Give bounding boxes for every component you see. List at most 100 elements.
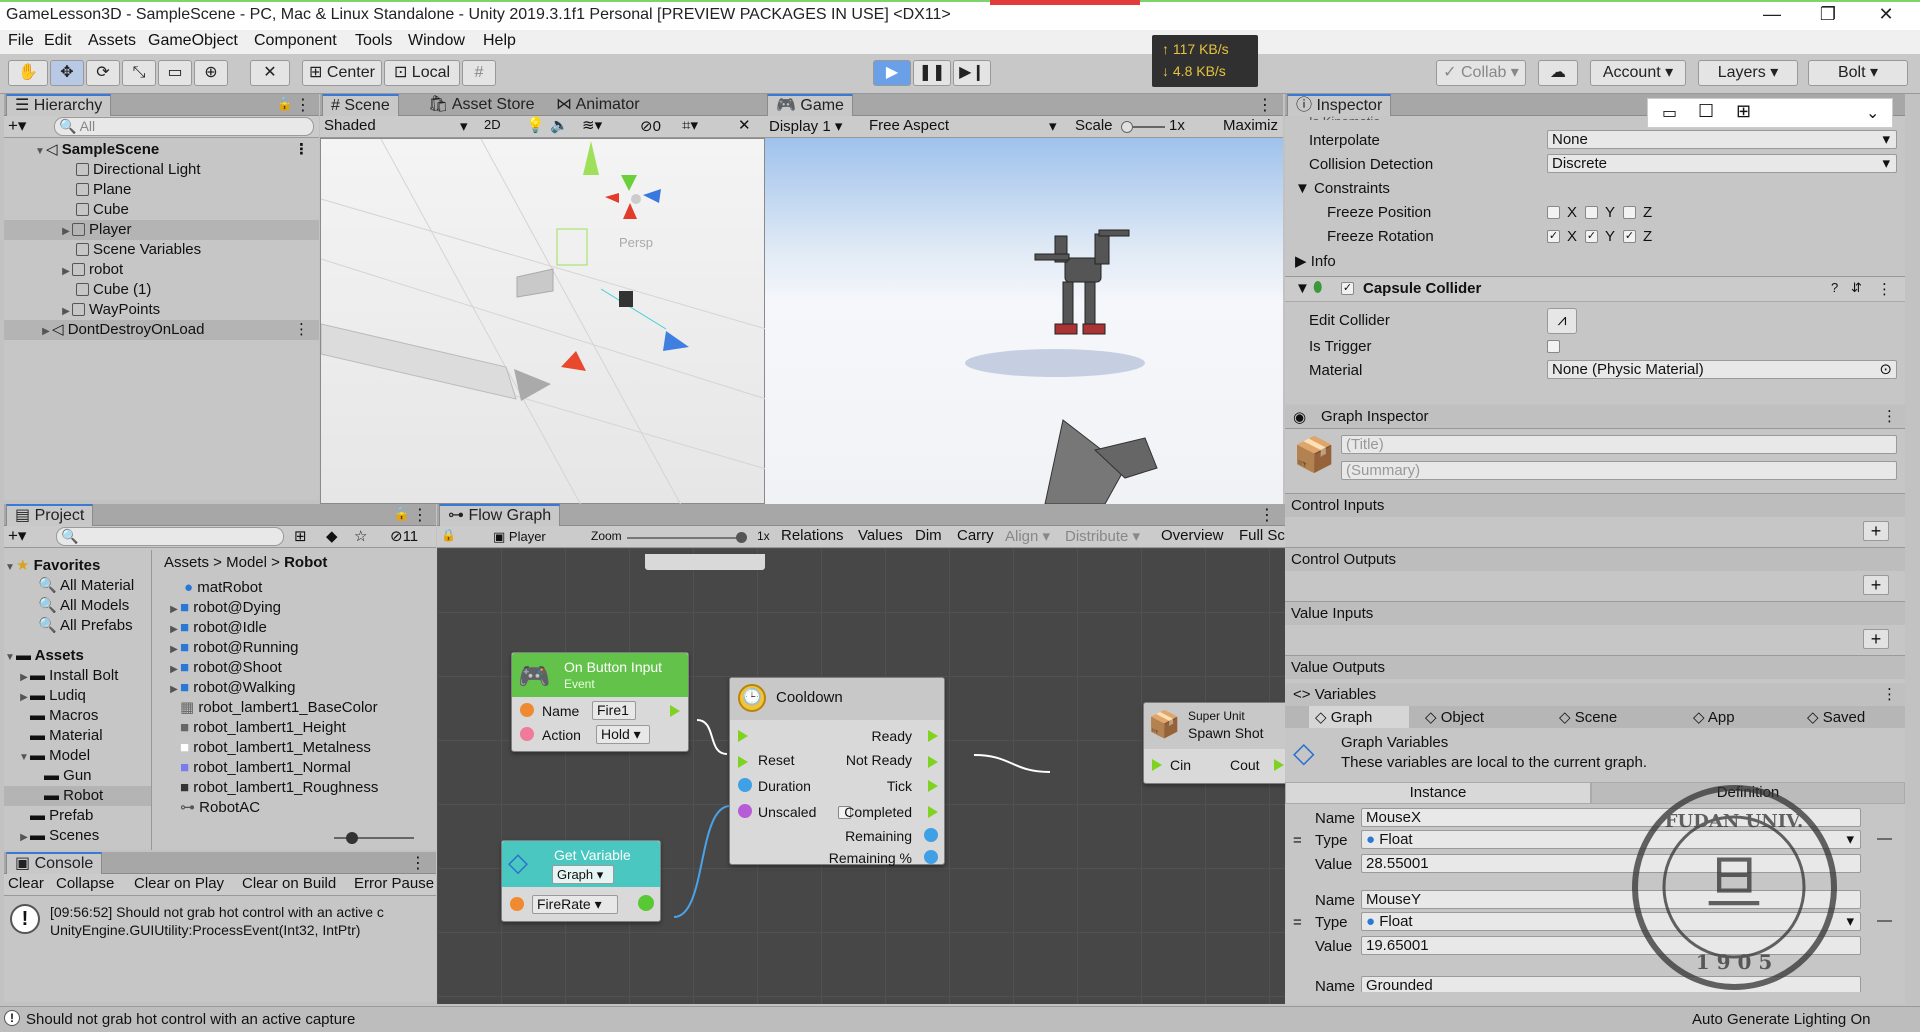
console-message[interactable]: [09:56:52] Should not grab hot control w…	[50, 904, 384, 920]
lock-icon[interactable]: 🔒	[394, 506, 410, 522]
folder-item[interactable]: ▬ Prefab	[4, 806, 151, 826]
tools-icon[interactable]: ✕	[738, 116, 751, 134]
layout-dropdown[interactable]: Bolt ▾	[1808, 60, 1908, 86]
favorites-row[interactable]: ▼★ Favorites	[4, 556, 151, 576]
create-plus-icon[interactable]: +▾	[8, 116, 26, 136]
scale-slider-knob[interactable]	[1121, 121, 1133, 133]
kebab-menu-icon[interactable]: ⋮	[1882, 685, 1897, 703]
file-item[interactable]: ▶ ■ robot@Walking	[154, 678, 436, 698]
scope-object-tab[interactable]: ◇ Object	[1419, 706, 1529, 728]
button-name-field[interactable]: Fire1	[592, 701, 636, 720]
freeze-pos-z-checkbox[interactable]	[1623, 206, 1636, 219]
remove-variable-button[interactable]: —	[1877, 912, 1892, 929]
hierarchy-item[interactable]: Plane	[4, 180, 319, 200]
grid-snap-icon[interactable]: #	[462, 60, 496, 86]
hierarchy-search-input[interactable]: 🔍 All	[54, 117, 314, 136]
duration-port[interactable]	[738, 778, 752, 792]
hierarchy-item[interactable]: Cube	[4, 200, 319, 220]
capsule-collider-header[interactable]: ▼ ⬮ ✓ Capsule Collider ? ⇵ ⋮	[1285, 276, 1905, 302]
variable-name-field[interactable]: FireRate ▾	[532, 895, 618, 914]
transform-tool-icon[interactable]: ⊕	[194, 60, 228, 86]
folder-item[interactable]: ▶ ▬ Install Bolt	[4, 666, 151, 686]
name-port[interactable]	[520, 703, 534, 717]
instance-tab[interactable]: Instance	[1285, 782, 1591, 804]
hierarchy-item[interactable]: ▶ robot	[4, 260, 319, 280]
collab-dropdown[interactable]: ✓ Collab ▾	[1436, 60, 1526, 86]
breadcrumb-item[interactable]: Assets	[164, 554, 209, 571]
cloud-icon[interactable]: ☁	[1538, 60, 1578, 86]
effects-icon[interactable]: ≋▾	[582, 116, 602, 134]
collision-detection-dropdown[interactable]: Discrete ▾	[1547, 154, 1897, 173]
variables-tab[interactable]: <> Variables	[1293, 686, 1376, 703]
console-stacktrace[interactable]: UnityEngine.GUIUtility:ProcessEvent(Int3…	[50, 922, 360, 938]
unscaled-port[interactable]	[738, 804, 752, 818]
menu-assets[interactable]: Assets	[88, 32, 136, 50]
not-ready-output-port[interactable]	[928, 756, 938, 768]
favorite-item[interactable]: 🔍 All Models	[4, 596, 151, 616]
folder-item[interactable]: ▬ Material	[4, 726, 151, 746]
filter-type-icon[interactable]: ⊞	[294, 527, 307, 545]
constraints-foldout[interactable]: ▼ Constraints	[1295, 180, 1390, 197]
scene-row[interactable]: ▼◁ SampleScene ⋮	[4, 140, 319, 160]
action-dropdown[interactable]: Hold ▾	[596, 725, 650, 744]
folder-item[interactable]: ▬ Gun	[4, 766, 151, 786]
file-item[interactable]: ▶ ■ robot@Dying	[154, 598, 436, 618]
breadcrumb-item[interactable]: Model	[226, 554, 267, 571]
favorite-item[interactable]: 🔍 All Prefabs	[4, 616, 151, 636]
super-unit-node[interactable]: 📦 Super Unit Spawn Shot Cin Cout	[1143, 702, 1285, 784]
clear-on-build-button[interactable]: Clear on Build	[242, 875, 336, 892]
status-message[interactable]: Should not grab hot control with an acti…	[26, 1011, 355, 1028]
value-output-port[interactable]	[638, 895, 654, 911]
is-trigger-checkbox[interactable]	[1547, 340, 1560, 353]
add-value-input-button[interactable]: +	[1863, 629, 1889, 649]
scope-graph-tab[interactable]: ◇ Graph	[1309, 706, 1409, 728]
completed-output-port[interactable]	[928, 806, 938, 818]
scope-saved-tab[interactable]: ◇ Saved	[1801, 706, 1901, 728]
icon-size-slider-knob[interactable]	[346, 832, 358, 844]
drag-handle-icon[interactable]: =	[1293, 914, 1302, 931]
pause-button[interactable]: ❚❚	[913, 60, 951, 86]
cout-output-port[interactable]	[1274, 759, 1284, 771]
variable-kind-dropdown[interactable]: Graph ▾	[552, 865, 614, 884]
menu-help[interactable]: Help	[483, 32, 516, 50]
rect-tool-icon[interactable]: ▭	[158, 60, 192, 86]
create-plus-icon[interactable]: +▾	[8, 526, 26, 546]
remaining-percent-output-port[interactable]	[924, 850, 938, 864]
breadcrumb-current[interactable]: Robot	[284, 554, 327, 571]
clear-on-play-button[interactable]: Clear on Play	[134, 875, 224, 892]
move-tool-icon[interactable]: ✥	[50, 60, 84, 86]
menu-file[interactable]: File	[8, 32, 34, 50]
hidden-packages-toggle[interactable]: ⊘11	[390, 527, 418, 545]
file-item[interactable]: ▶ ■ robot@Shoot	[154, 658, 436, 678]
freeze-rot-y-checkbox[interactable]: ✓	[1585, 230, 1598, 243]
preset-icon[interactable]: ⇵	[1851, 280, 1862, 296]
tab-animator[interactable]: ⋈ Animator	[548, 94, 648, 116]
file-item[interactable]: ▶ ■ robot@Idle	[154, 618, 436, 638]
menu-window[interactable]: Window	[408, 32, 465, 50]
add-control-output-button[interactable]: +	[1863, 575, 1889, 595]
layout-grid-icon[interactable]: ⊞	[1736, 101, 1751, 122]
audio-icon[interactable]: 🔈	[550, 116, 569, 134]
interpolate-dropdown[interactable]: None ▾	[1547, 130, 1897, 149]
hierarchy-item[interactable]: Directional Light	[4, 160, 319, 180]
hierarchy-item-selected[interactable]: ▶ Player	[4, 220, 319, 240]
favorite-item[interactable]: 🔍 All Material	[4, 576, 151, 596]
tab-inspector[interactable]: ⓘ Inspector	[1287, 94, 1392, 116]
get-variable-node[interactable]: ◇ Get Variable Graph ▾ FireRate ▾	[501, 840, 661, 922]
cin-input-port[interactable]	[1152, 759, 1162, 771]
edit-collider-button[interactable]: ⩘	[1547, 308, 1577, 334]
on-button-input-node[interactable]: 🎮 On Button Input Event Name Fire1 Actio…	[511, 652, 689, 752]
file-item[interactable]: ⊶ RobotAC	[154, 798, 436, 818]
hand-tool-icon[interactable]: ✋	[8, 60, 48, 86]
kebab-menu-icon[interactable]: ⋮	[1877, 280, 1892, 298]
folder-item[interactable]: ▼▬ Model	[4, 746, 151, 766]
kebab-menu-icon[interactable]: ⋮	[412, 505, 428, 525]
ready-output-port[interactable]	[928, 730, 938, 742]
pivot-local-button[interactable]: ⊡ Local	[384, 60, 460, 86]
kebab-menu-icon[interactable]: ⋮	[410, 853, 426, 873]
ddol-row[interactable]: ▶ ◁ DontDestroyOnLoad ⋮	[4, 320, 319, 340]
lighting-icon[interactable]: 💡	[526, 116, 545, 134]
scope-app-tab[interactable]: ◇ App	[1687, 706, 1787, 728]
offscreen-node[interactable]	[645, 554, 765, 570]
file-item[interactable]: ▶ ■ robot@Running	[154, 638, 436, 658]
